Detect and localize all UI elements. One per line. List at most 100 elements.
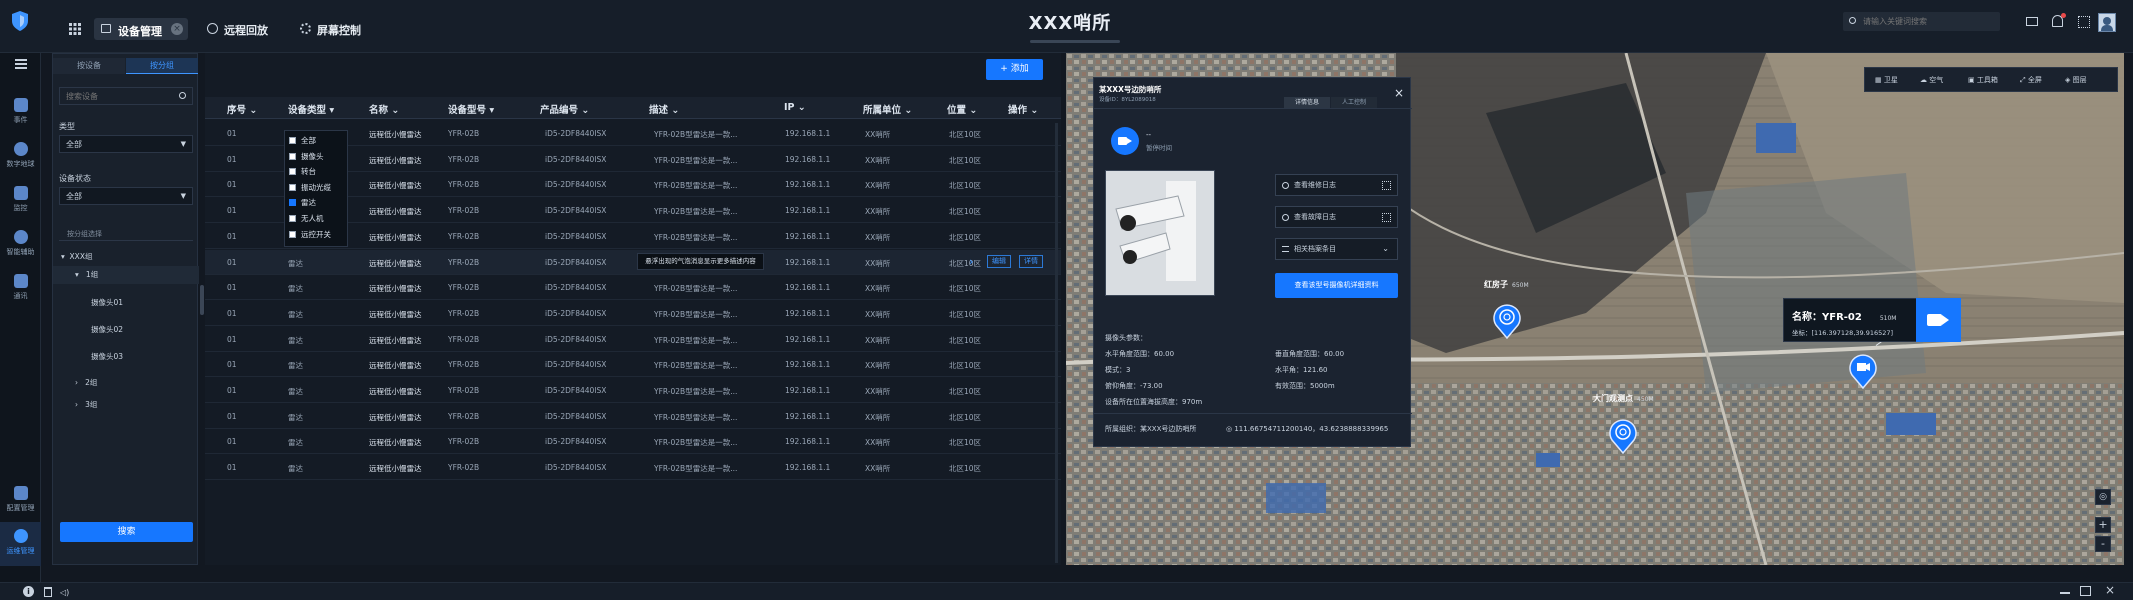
view-camera-details-button[interactable]: 查看该型号摄像机详细资料 bbox=[1275, 273, 1398, 298]
col-location[interactable]: 位置 ⌄ bbox=[947, 102, 977, 116]
panel-collapse-handle[interactable] bbox=[200, 285, 204, 315]
edit-button[interactable]: 编辑 bbox=[987, 254, 1011, 268]
global-search-input[interactable] bbox=[1863, 14, 1993, 29]
nav-item-smart-assist[interactable]: 智能辅助 bbox=[0, 223, 41, 263]
col-ip[interactable]: IP ⌄ bbox=[784, 102, 806, 113]
col-no[interactable]: 序号 ⌄ bbox=[227, 102, 257, 116]
nav-item-digital-earth[interactable]: 数字地球 bbox=[0, 135, 41, 175]
device-search-input[interactable] bbox=[66, 92, 171, 101]
window-icon[interactable] bbox=[2080, 586, 2091, 596]
col-name[interactable]: 名称 ⌄ bbox=[369, 102, 399, 116]
type-option[interactable]: 摄像头 bbox=[289, 151, 324, 162]
table-row[interactable]: 01雷达远程低小慢雷达YFR-02BiD5-2DF8440ISXYFR-02B型… bbox=[205, 301, 1061, 326]
tool-toolbox[interactable]: ▣ 工具箱 bbox=[1968, 75, 1998, 85]
checkbox[interactable] bbox=[289, 199, 296, 207]
close-icon[interactable]: × bbox=[2105, 583, 2115, 597]
col-model[interactable]: 设备型号 ▾ bbox=[448, 102, 494, 116]
table-scrollbar[interactable] bbox=[1055, 123, 1058, 563]
checkbox[interactable] bbox=[289, 168, 296, 176]
nav-item-ops[interactable]: 运维管理 bbox=[0, 522, 41, 566]
video-camera-button[interactable] bbox=[1916, 298, 1961, 342]
tree-node-group3[interactable]: › 3组 bbox=[75, 399, 97, 410]
type-select[interactable]: 全部 ▼ bbox=[59, 135, 193, 153]
popup-tab-manual[interactable]: 人工控制 bbox=[1331, 97, 1377, 108]
col-pid[interactable]: 产品编号 ⌄ bbox=[540, 102, 589, 116]
tool-layers[interactable]: ◈ 图层 bbox=[2065, 75, 2087, 85]
tree-node-xxx[interactable]: ▾ XXX组 bbox=[61, 251, 92, 262]
table-row[interactable]: 01雷达远程低小慢雷达YFR-02BiD5-2DF8440ISXYFR-02B型… bbox=[205, 275, 1061, 301]
menu-grid-icon[interactable] bbox=[2078, 16, 2090, 28]
globe-icon bbox=[13, 142, 28, 156]
mail-icon[interactable] bbox=[2026, 17, 2038, 26]
type-option[interactable]: 雷达 bbox=[289, 197, 316, 208]
cell-loc: 北区10区 bbox=[949, 335, 982, 345]
tree-node-camera03[interactable]: 摄像头03 bbox=[91, 351, 123, 362]
trash-icon[interactable] bbox=[44, 587, 52, 597]
view-fault-log-button[interactable]: 查看故障日志 bbox=[1275, 206, 1398, 228]
detail-button[interactable]: 详情 bbox=[1019, 254, 1043, 268]
zoom-out-button[interactable]: - bbox=[2095, 536, 2111, 552]
global-search[interactable] bbox=[1843, 12, 2000, 31]
table-row[interactable]: 01雷达远程低小慢雷达YFR-02BiD5-2DF8440ISXYFR-02B型… bbox=[205, 378, 1061, 403]
type-option[interactable]: 全部 bbox=[289, 135, 316, 146]
table-row[interactable]: 01雷达远程低小慢雷达YFR-02BiD5-2DF8440ISXYFR-02B型… bbox=[205, 327, 1061, 352]
col-unit[interactable]: 所属单位 ⌄ bbox=[863, 102, 912, 116]
tree-node-group2[interactable]: › 2组 bbox=[75, 377, 97, 388]
cell-loc: 北区10区 bbox=[949, 412, 982, 422]
table-row[interactable]: 01雷达远程低小慢雷达YFR-02BiD5-2DF8440ISXYFR-02B型… bbox=[205, 429, 1061, 455]
type-option[interactable]: 无人机 bbox=[289, 213, 324, 224]
zoom-in-button[interactable]: + bbox=[2095, 517, 2111, 533]
device-search-field[interactable] bbox=[59, 87, 193, 105]
type-option[interactable]: 远控开关 bbox=[289, 229, 331, 240]
cell-ip: 192.168.1.1 bbox=[785, 411, 831, 421]
tree-node-camera01[interactable]: 摄像头01 bbox=[91, 297, 123, 308]
checkbox[interactable] bbox=[289, 183, 296, 191]
tree-node-camera02[interactable]: 摄像头02 bbox=[91, 324, 123, 335]
info-icon[interactable]: i bbox=[23, 586, 34, 597]
tab-device-management[interactable]: 设备管理 × bbox=[94, 18, 188, 40]
tab-close-icon[interactable]: × bbox=[171, 23, 183, 35]
hamburger-icon[interactable] bbox=[15, 59, 27, 69]
avatar[interactable] bbox=[2098, 13, 2116, 32]
tab-by-group[interactable]: 按分组 bbox=[126, 58, 198, 74]
tool-fullscreen[interactable]: ⤢ 全屏 bbox=[2020, 75, 2042, 85]
tab-by-device[interactable]: 按设备 bbox=[53, 58, 125, 74]
checkbox[interactable] bbox=[289, 152, 296, 160]
nav-item-config[interactable]: 配置管理 bbox=[0, 479, 41, 519]
tree-node-group1[interactable]: ▾ 1组 bbox=[53, 266, 199, 284]
cell-loc: 北区10区 bbox=[949, 155, 982, 165]
col-desc[interactable]: 描述 ⌄ bbox=[649, 102, 679, 116]
radar-pin-icon[interactable] bbox=[1492, 303, 1522, 340]
view-maintenance-log-button[interactable]: 查看维修日志 bbox=[1275, 174, 1398, 196]
nav-item-monitor[interactable]: 监控 bbox=[0, 179, 41, 219]
status-select[interactable]: 全部 ▼ bbox=[59, 187, 193, 205]
table-row[interactable]: 01雷达远程低小慢雷达YFR-02BiD5-2DF8440ISXYFR-02B型… bbox=[205, 404, 1061, 429]
type-option[interactable]: 振动光缆 bbox=[289, 182, 331, 193]
nav-item-events[interactable]: 事件 bbox=[0, 91, 41, 131]
col-type[interactable]: 设备类型 ▾ bbox=[288, 102, 334, 116]
volume-icon[interactable]: ◁) bbox=[60, 588, 69, 597]
add-button[interactable]: + 添加 bbox=[986, 59, 1043, 80]
app-grid-icon[interactable] bbox=[69, 23, 81, 35]
popup-tab-detail[interactable]: 详情信息 bbox=[1284, 97, 1330, 108]
minimize-icon[interactable] bbox=[2060, 592, 2070, 594]
search-button[interactable]: 搜索 bbox=[60, 522, 193, 542]
tool-air[interactable]: ☁ 空气 bbox=[1920, 75, 1943, 85]
locate-icon[interactable]: ◎ bbox=[2095, 489, 2111, 505]
table-row[interactable]: 01雷达远程低小慢雷达YFR-02BiD5-2DF8440ISXYFR-02B型… bbox=[205, 455, 1061, 481]
table-row[interactable]: 01雷达远程低小慢雷达YFR-02BiD5-2DF8440ISXYFR-02B型… bbox=[205, 249, 1061, 275]
checkbox[interactable] bbox=[289, 137, 296, 144]
nav-item-communication[interactable]: 通讯 bbox=[0, 267, 41, 307]
radar-pin-icon[interactable] bbox=[1608, 418, 1638, 455]
param-effective-range: 有效范围：5000m bbox=[1275, 382, 1335, 390]
type-option[interactable]: 转台 bbox=[289, 166, 316, 177]
checkbox[interactable] bbox=[289, 230, 296, 238]
camera-pin-icon[interactable] bbox=[1848, 353, 1878, 390]
related-archives-select[interactable]: 相关档案条目 ⌄ bbox=[1275, 238, 1398, 260]
ops-icon bbox=[13, 529, 28, 543]
search-icon bbox=[1849, 17, 1856, 24]
table-row[interactable]: 01雷达远程低小慢雷达YFR-02BiD5-2DF8440ISXYFR-02B型… bbox=[205, 352, 1061, 378]
close-icon[interactable]: × bbox=[1394, 86, 1404, 100]
tool-satellite[interactable]: ▦ 卫星 bbox=[1875, 75, 1898, 85]
checkbox[interactable] bbox=[289, 215, 296, 222]
